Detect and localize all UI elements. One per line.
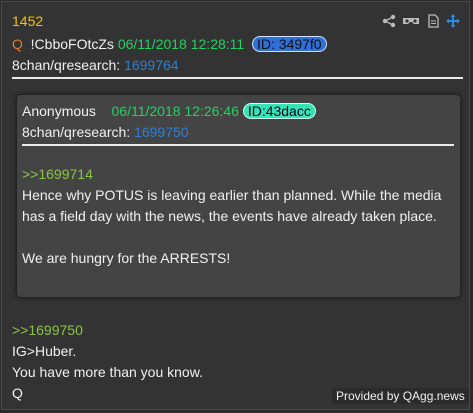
post-card: 1452 Q !CbboFOtcZs 06/11/2018 12:28:11 I…	[1, 1, 470, 410]
quoted-quote-link[interactable]: >>1699714	[22, 165, 93, 183]
quoted-board-name: 8chan/qresearch:	[22, 124, 131, 140]
quoted-date: 06/11/2018 12:26:46	[111, 103, 239, 119]
provided-by-label: Provided by QAgg.news	[332, 388, 469, 404]
reply-quote-link[interactable]: >>1699750	[12, 321, 83, 339]
share-icon[interactable]	[382, 14, 396, 28]
quoted-id-badge[interactable]: ID:43dacc	[242, 103, 316, 119]
poster-id-badge[interactable]: ID: 3497f0	[251, 36, 327, 52]
quoted-body-line: has a field day with the news, the event…	[22, 208, 437, 224]
quoted-author: Anonymous	[22, 103, 96, 119]
reply-signature: Q	[12, 385, 23, 401]
quoted-post: Anonymous 06/11/2018 12:26:46 ID:43dacc …	[17, 95, 460, 297]
post-author-line: Q !CbboFOtcZs 06/11/2018 12:28:11 ID: 34…	[12, 35, 327, 53]
move-icon[interactable]	[446, 14, 460, 28]
header-divider	[12, 77, 463, 79]
quoted-post-ref-link[interactable]: 1699750	[134, 124, 189, 140]
quoted-source: 8chan/qresearch: 1699750	[22, 123, 189, 141]
post-toolbar	[382, 14, 460, 28]
post-source: 8chan/qresearch: 1699764	[12, 56, 179, 74]
post-ref-link[interactable]: 1699764	[124, 57, 179, 73]
quoted-divider	[22, 144, 454, 146]
quoted-body-line: Hence why POTUS is leaving earlier than …	[22, 187, 442, 203]
tripcode: !CbboFOtcZs	[30, 36, 114, 52]
vr-glasses-icon[interactable]	[402, 14, 420, 28]
post-number: 1452	[12, 13, 44, 29]
reply-body-line: IG>Huber.	[12, 343, 77, 359]
post-date: 06/11/2018 12:28:11	[117, 36, 245, 52]
document-icon[interactable]	[426, 14, 440, 28]
reply-body-line: You have more than you know.	[12, 364, 203, 380]
board-name: 8chan/qresearch:	[12, 57, 121, 73]
q-mark: Q	[12, 36, 23, 52]
quoted-author-line: Anonymous 06/11/2018 12:26:46 ID:43dacc	[22, 102, 316, 120]
quoted-body-line: We are hungry for the ARRESTS!	[22, 250, 231, 266]
